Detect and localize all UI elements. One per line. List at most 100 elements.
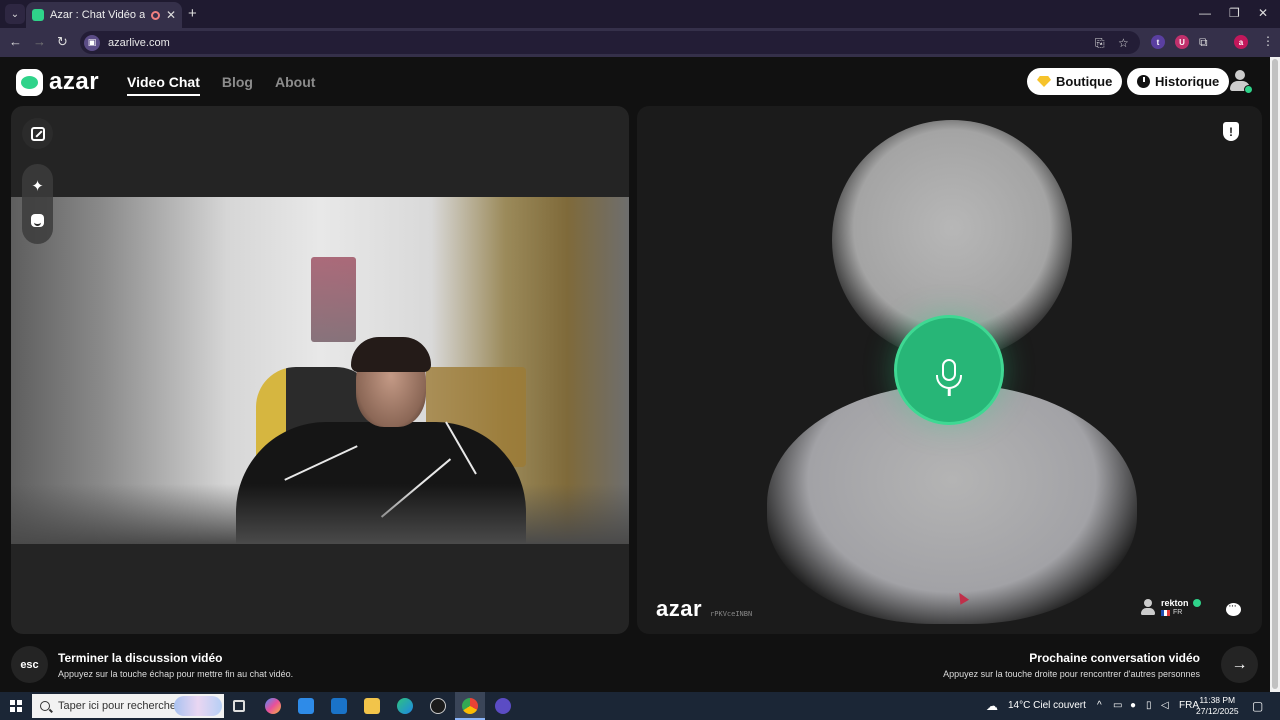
expand-button[interactable]	[22, 118, 53, 149]
report-shield-icon[interactable]: !	[1223, 122, 1239, 141]
new-tab-icon[interactable]: +	[188, 5, 197, 22]
clock-icon	[1137, 75, 1150, 88]
copilot-icon[interactable]	[265, 698, 281, 714]
bookmark-star-icon[interactable]: ☆	[1118, 36, 1129, 50]
browser-tab[interactable]: Azar : Chat Vidéo avec de n ✕	[26, 2, 182, 28]
weather-cloud-icon[interactable]: ☁	[986, 699, 998, 713]
face-filter-button[interactable]	[22, 205, 53, 236]
microphone-foot-icon	[947, 388, 951, 396]
extensions-puzzle-icon[interactable]: ⧉	[1199, 35, 1208, 50]
windows-start-icon[interactable]	[10, 700, 22, 712]
volume-icon[interactable]: ◁	[1161, 700, 1169, 711]
obs-icon[interactable]	[430, 698, 446, 714]
weather-text[interactable]: 14°C Ciel couvert	[1008, 700, 1086, 711]
self-camera-feed	[11, 197, 629, 544]
sparkle-icon: ✦	[31, 177, 44, 195]
recording-icon	[150, 10, 160, 20]
close-tab-icon[interactable]: ✕	[166, 8, 176, 22]
taskbar-clock[interactable]: 11:38 PM 27/12/2025	[1196, 695, 1239, 717]
minimize-icon[interactable]: —	[1199, 6, 1211, 20]
azar-app: azar Video Chat Blog About Boutique Hist…	[0, 57, 1270, 692]
search-placeholder: Taper ici pour rechercher	[58, 700, 180, 712]
online-status-dot	[1244, 85, 1253, 94]
ai-effects-button[interactable]: ✦	[22, 170, 53, 201]
logo-text: azar	[49, 68, 100, 95]
address-bar[interactable]: ▣ azarlive.com ⎘ ☆	[80, 31, 1140, 54]
partner-avatar-icon	[1141, 599, 1155, 615]
clock-time: 11:38 PM	[1199, 695, 1236, 705]
close-window-icon[interactable]: ✕	[1258, 6, 1268, 20]
browser-toolbar: ← → ↻ ▣ azarlive.com ⎘ ☆ t U ⧉ a ⋮	[0, 28, 1280, 57]
azar-logo[interactable]: azar	[16, 68, 99, 96]
partner-profile[interactable]: rekton FR	[1141, 598, 1201, 616]
taskbar-search-box[interactable]: Taper ici pour rechercher	[32, 694, 224, 718]
nav-about[interactable]: About	[275, 74, 315, 96]
search-highlight-image	[174, 696, 222, 716]
page-scrollbar[interactable]	[1270, 57, 1280, 692]
restore-icon[interactable]: ❐	[1229, 6, 1240, 20]
tab-title: Azar : Chat Vidéo avec de n	[50, 9, 145, 21]
network-icon[interactable]: ▭	[1113, 700, 1122, 711]
microphone-stand-icon	[936, 375, 962, 389]
watermark-code: rPKVceINBN	[710, 610, 753, 618]
gem-icon	[1037, 76, 1051, 87]
windows-taskbar: Taper ici pour rechercher ☁ 14°C Ciel co…	[0, 692, 1280, 720]
face-filter-icon	[31, 214, 44, 227]
tray-overflow-icon[interactable]: ^	[1097, 700, 1102, 711]
task-view-icon[interactable]	[233, 700, 245, 712]
nav-video-chat[interactable]: Video Chat	[127, 74, 200, 96]
tab-search-icon[interactable]: ⌄	[5, 4, 25, 24]
scrollbar-thumb[interactable]	[1272, 59, 1278, 689]
esc-button[interactable]: esc	[11, 646, 48, 683]
extension-t-icon[interactable]: t	[1151, 35, 1165, 49]
extension-u-icon[interactable]: U	[1175, 35, 1189, 49]
verified-badge-icon	[1192, 599, 1201, 607]
edge-icon[interactable]	[397, 698, 413, 714]
effects-toolbar: ✦	[22, 164, 53, 244]
user-avatar[interactable]	[1228, 70, 1253, 94]
partner-country: FR	[1173, 609, 1183, 616]
site-info-icon[interactable]: ▣	[84, 34, 100, 51]
chat-bubble-icon[interactable]	[1226, 600, 1241, 616]
floor-shadow	[11, 484, 629, 544]
partner-watermark: azar rPKVceINBN	[656, 596, 752, 622]
clock-date: 27/12/2025	[1196, 706, 1239, 716]
boutique-label: Boutique	[1056, 74, 1113, 89]
france-flag-icon	[1161, 609, 1170, 616]
azar-favicon-icon	[32, 9, 44, 21]
browser-menu-icon[interactable]: ⋮	[1262, 34, 1274, 48]
install-app-icon[interactable]: ⎘	[1095, 36, 1105, 51]
historique-button[interactable]: Historique	[1127, 68, 1230, 95]
store-icon[interactable]	[298, 698, 314, 714]
file-explorer-icon[interactable]	[364, 698, 380, 714]
battery-icon[interactable]: ▯	[1146, 700, 1152, 711]
search-icon	[40, 701, 50, 711]
next-chat-button[interactable]: →	[1221, 646, 1258, 683]
historique-label: Historique	[1155, 74, 1220, 89]
end-chat-title: Terminer la discussion vidéo	[58, 651, 223, 665]
forward-icon[interactable]: →	[33, 34, 46, 49]
next-chat-subtitle: Appuyez sur la touche droite pour rencon…	[943, 669, 1200, 679]
partner-video-panel: ! azar rPKVceINBN rekton FR	[637, 106, 1262, 634]
reload-icon[interactable]: ↻	[57, 34, 68, 50]
end-chat-subtitle: Appuyez sur la touche échap pour mettre …	[58, 669, 294, 679]
partner-name: rekton	[1161, 598, 1189, 608]
notifications-icon[interactable]: ▢	[1252, 699, 1263, 713]
chrome-icon[interactable]	[462, 698, 478, 714]
outlook-icon[interactable]	[331, 698, 347, 714]
person-hair	[351, 337, 431, 372]
expand-icon	[30, 126, 45, 141]
discord-icon[interactable]	[495, 698, 511, 714]
nav-blog[interactable]: Blog	[222, 74, 253, 96]
wall-poster	[311, 257, 356, 342]
self-video-panel: ✦	[11, 106, 629, 634]
profile-avatar-icon[interactable]: a	[1234, 35, 1248, 49]
microphone-tray-icon[interactable]: ●	[1130, 700, 1136, 711]
watermark-logo: azar	[656, 596, 703, 621]
browser-tab-bar: ⌄ Azar : Chat Vidéo avec de n ✕ + — ❐ ✕	[0, 0, 1280, 28]
next-chat-hint: Prochaine conversation vidéo Appuyez sur…	[943, 651, 1200, 679]
voice-indicator	[894, 315, 1004, 425]
back-icon[interactable]: ←	[9, 34, 22, 49]
next-chat-title: Prochaine conversation vidéo	[1029, 651, 1200, 665]
boutique-button[interactable]: Boutique	[1027, 68, 1123, 95]
